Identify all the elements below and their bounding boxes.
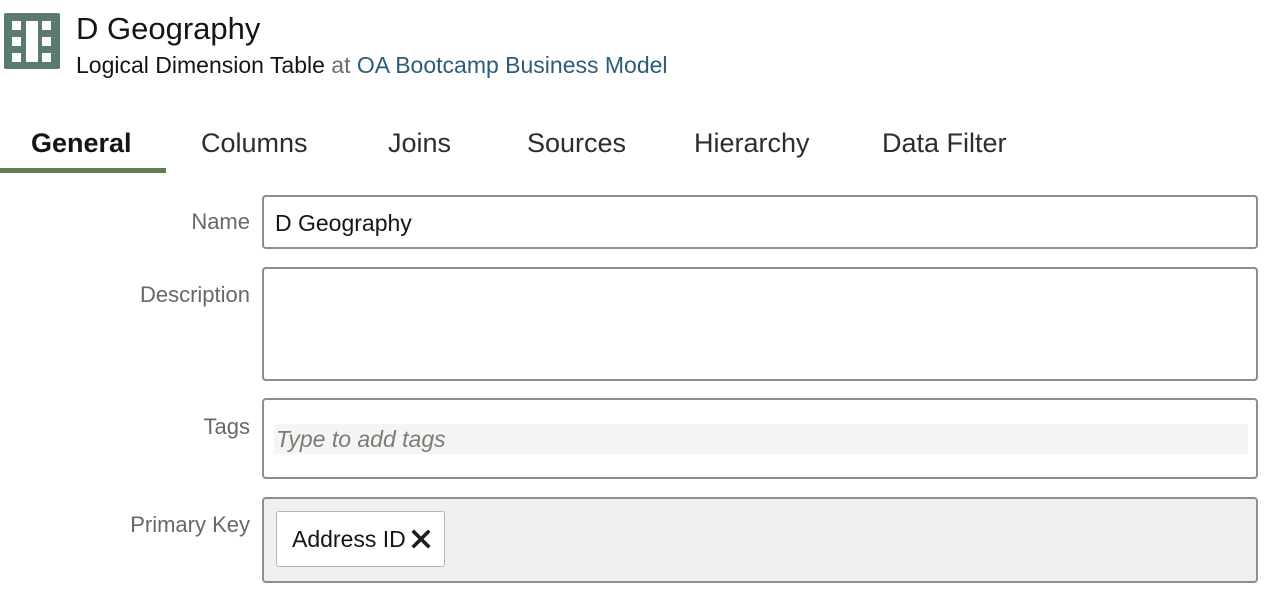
primary-key-field[interactable]: Address ID [262,497,1258,583]
tags-input[interactable] [274,424,1248,454]
tab-sources[interactable]: Sources [527,126,626,160]
primary-key-label: Primary Key [130,512,250,537]
name-value: D Geography [275,210,412,236]
tags-label: Tags [203,414,250,439]
close-icon[interactable] [410,528,432,550]
object-subtitle: Logical Dimension Table at OA Bootcamp B… [76,51,668,79]
tab-hierarchy[interactable]: Hierarchy [694,126,810,160]
chip-label: Address ID [292,526,406,552]
tab-bar: General Columns Joins Sources Hierarchy … [0,118,1060,174]
name-label: Name [191,209,250,234]
page: D Geography Logical Dimension Table at O… [0,0,1288,602]
primary-key-chip[interactable]: Address ID [276,511,445,567]
name-field[interactable]: D Geography [262,195,1258,249]
business-model-link[interactable]: OA Bootcamp Business Model [357,52,668,78]
page-title: D Geography [76,11,261,46]
tab-data-filter[interactable]: Data Filter [882,126,1007,160]
description-label: Description [139,282,250,307]
description-field[interactable] [262,267,1258,381]
tab-joins[interactable]: Joins [388,126,451,160]
close-icon-glyph [411,529,431,549]
tab-general[interactable]: General [31,126,132,160]
object-type-label: Logical Dimension Table [76,52,325,78]
tags-field[interactable] [262,398,1258,479]
dimension-table-icon [4,13,60,69]
tab-columns[interactable]: Columns [201,126,308,160]
at-label: at [331,52,351,78]
active-tab-indicator [0,168,166,173]
